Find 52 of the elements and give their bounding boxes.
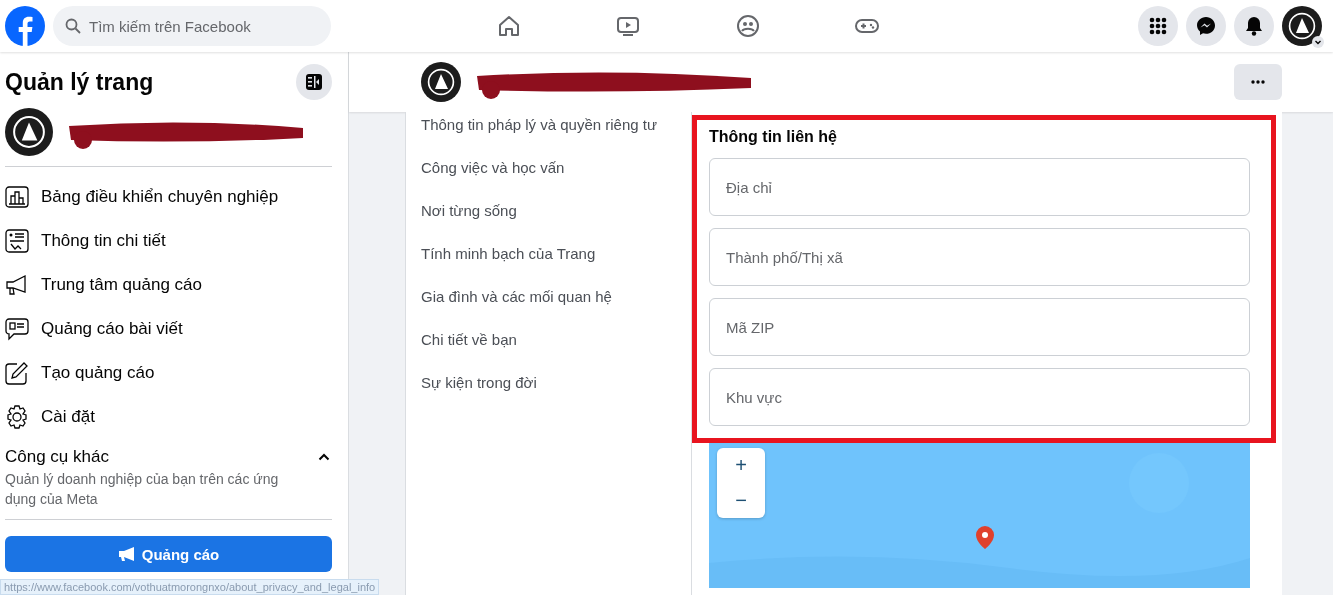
nav-link[interactable]: Công việc và học vấn — [421, 159, 691, 202]
panel-icon — [305, 73, 323, 91]
bell-icon — [1244, 16, 1264, 36]
home-icon[interactable] — [496, 14, 521, 38]
more-button[interactable] — [1234, 64, 1282, 100]
input-field[interactable]: Địa chỉ — [709, 158, 1250, 216]
dashboard-icon — [5, 185, 29, 209]
status-url: https://www.facebook.com/vothuatmorongnxo/about_privacy_and_legal_info — [0, 579, 380, 595]
menu-item[interactable]: Bảng điều khiển chuyên nghiệp — [5, 175, 332, 219]
megaphone-icon — [117, 546, 136, 562]
ad-button[interactable]: Quảng cáo — [5, 536, 332, 572]
section-title: Thông tin liên hệ — [709, 128, 838, 146]
zoom-button[interactable]: − — [717, 483, 765, 518]
megaphone-icon — [5, 273, 29, 297]
collapse-button[interactable] — [296, 64, 332, 100]
menu-item[interactable]: Quảng cáo bài viết — [5, 307, 332, 351]
menu-item[interactable]: Cài đặt — [5, 395, 332, 439]
menu-item[interactable]: Tạo quảng cáo — [5, 351, 332, 395]
nav-link[interactable]: Gia đình và các mối quan hệ — [421, 288, 691, 331]
section-title: Công cụ khác — [5, 447, 109, 467]
bell-button[interactable] — [1234, 6, 1274, 46]
list-icon — [5, 229, 29, 253]
nav-link[interactable]: Chi tiết về bạn — [421, 331, 691, 374]
zoom-button[interactable]: + — [717, 448, 765, 483]
avatar-icon[interactable] — [421, 62, 461, 102]
input-field[interactable]: Mã ZIP — [709, 298, 1250, 356]
menu-icon — [1149, 17, 1167, 35]
input-field[interactable]: Khu vực — [709, 368, 1250, 426]
settings-icon — [5, 405, 29, 429]
nav-link[interactable]: Sự kiện trong đời — [421, 374, 691, 417]
nav-link[interactable]: Thông tin pháp lý và quyền riêng tư — [421, 116, 691, 159]
nav-link[interactable]: Tính minh bạch của Trang — [421, 245, 691, 288]
search-field[interactable]: Tìm kiếm trên Facebook — [53, 6, 331, 46]
avatar-icon[interactable] — [1282, 6, 1322, 46]
section-description: Quản lý doanh nghiệp của bạn trên các ứng dụng của Meta — [5, 470, 280, 509]
messenger-icon — [1196, 16, 1216, 36]
input-field[interactable]: Thành phố/Thị xã — [709, 228, 1250, 286]
sidebar-title: Quản lý trang — [5, 68, 154, 96]
facebook-logo-icon[interactable] — [5, 6, 45, 46]
menu-button[interactable] — [1138, 6, 1178, 46]
chevron-up-icon[interactable] — [318, 453, 330, 461]
avatar-icon[interactable] — [5, 108, 53, 156]
chevron-down-icon — [1312, 36, 1324, 48]
video-icon[interactable] — [616, 14, 641, 38]
group-icon[interactable] — [735, 14, 760, 38]
menu-item[interactable]: Thông tin chi tiết — [5, 219, 332, 263]
more-icon — [1251, 80, 1265, 84]
messenger-button[interactable] — [1186, 6, 1226, 46]
pencil-icon — [5, 361, 29, 385]
speech-bubble-icon — [5, 317, 29, 341]
nav-link[interactable]: Nơi từng sống — [421, 202, 691, 245]
menu-item[interactable]: Trung tâm quảng cáo — [5, 263, 332, 307]
